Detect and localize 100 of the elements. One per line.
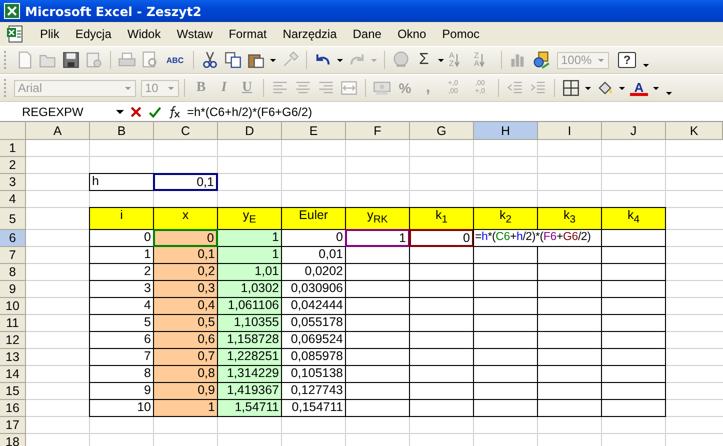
table-cell: k$_{2}$ bbox=[473, 207, 538, 230]
table-cell: k$_{3}$ bbox=[537, 207, 602, 230]
row-header[interactable]: 17 bbox=[0, 417, 26, 434]
row-header[interactable]: 11 bbox=[0, 315, 26, 332]
menu-item[interactable]: Format bbox=[220, 25, 275, 43]
table-cell: 1,10355 bbox=[217, 314, 282, 332]
row-header[interactable]: 10 bbox=[0, 298, 26, 315]
table-cell: 0,8 bbox=[153, 365, 218, 383]
column-header[interactable]: I bbox=[538, 122, 602, 140]
table-cell: 1,0302 bbox=[217, 280, 282, 298]
row-header[interactable]: 6 bbox=[0, 230, 26, 247]
column-header[interactable]: J bbox=[602, 122, 666, 140]
column-header[interactable]: H bbox=[474, 122, 538, 140]
formula-reference: + bbox=[556, 231, 563, 243]
row-header[interactable]: 18 bbox=[0, 434, 26, 446]
row-header[interactable]: 5 bbox=[0, 208, 26, 230]
table-cell: 0,9 bbox=[153, 382, 218, 400]
table-cell: 0 bbox=[153, 229, 218, 247]
row-header[interactable]: 9 bbox=[0, 281, 26, 298]
borders-icon[interactable] bbox=[562, 79, 580, 97]
table-cell: 0,6 bbox=[153, 331, 218, 349]
formula-reference: h bbox=[482, 231, 488, 243]
row-header[interactable]: 3 bbox=[0, 174, 26, 191]
column-header[interactable]: C bbox=[154, 122, 218, 140]
formula-reference: = bbox=[475, 231, 482, 243]
menu-item[interactable]: Plik bbox=[32, 25, 68, 43]
formula-reference: + bbox=[510, 231, 516, 243]
toolbar-options-icon[interactable] bbox=[643, 64, 649, 66]
table-cell: 1,228251 bbox=[217, 348, 282, 366]
column-header[interactable]: E bbox=[282, 122, 346, 140]
help-button[interactable]: ? bbox=[618, 52, 636, 68]
cancel-icon[interactable] bbox=[129, 104, 143, 118]
row-header[interactable]: 2 bbox=[0, 157, 26, 174]
menu-item[interactable]: Edycja bbox=[67, 25, 120, 43]
row-header[interactable]: 14 bbox=[0, 366, 26, 383]
insert-function-icon[interactable] bbox=[167, 104, 181, 118]
row-header[interactable]: 7 bbox=[0, 247, 26, 264]
column-header[interactable]: D bbox=[218, 122, 282, 140]
drawing-shapes-icon[interactable] bbox=[532, 51, 550, 69]
dropdown-arrow-icon[interactable] bbox=[438, 58, 444, 62]
enter-check-icon[interactable] bbox=[148, 104, 162, 118]
down-arrow-icon bbox=[479, 53, 486, 67]
save-icon[interactable] bbox=[62, 51, 80, 69]
row-header[interactable]: 15 bbox=[0, 383, 26, 400]
formula-reference: F6 bbox=[543, 231, 556, 243]
formula-reference: h bbox=[516, 231, 523, 243]
table-cell: 1 bbox=[345, 229, 410, 247]
table-cell: 4 bbox=[89, 297, 154, 315]
column-header[interactable]: G bbox=[410, 122, 474, 140]
paint-bucket-icon[interactable] bbox=[596, 79, 614, 97]
formula-reference: *( bbox=[488, 231, 496, 243]
row-header[interactable]: 8 bbox=[0, 264, 26, 281]
column-header[interactable]: F bbox=[346, 122, 410, 140]
table-cell: 0,4 bbox=[153, 297, 218, 315]
dropdown-arrow-icon[interactable] bbox=[270, 58, 276, 62]
table-cell: 1,158728 bbox=[217, 331, 282, 349]
down-arrow-icon bbox=[454, 53, 460, 67]
row-header[interactable]: 1 bbox=[0, 140, 26, 157]
autosum-button[interactable]: Σ bbox=[415, 51, 433, 69]
menu-item[interactable]: Narzędzia bbox=[274, 25, 345, 43]
font-color-button[interactable]: A bbox=[630, 80, 648, 96]
column-header[interactable]: B bbox=[90, 122, 154, 140]
table-cell: h bbox=[89, 173, 154, 191]
window-title: Microsoft Excel - Zeszyt2 bbox=[25, 4, 202, 18]
workbook-icon[interactable] bbox=[6, 25, 24, 43]
copy-icon[interactable] bbox=[224, 51, 242, 69]
row-header[interactable]: 4 bbox=[0, 191, 26, 208]
table-cell: 0,154711 bbox=[281, 399, 346, 417]
spelling-button[interactable]: ABC bbox=[164, 51, 186, 69]
table-cell: k$_{1}$ bbox=[409, 207, 474, 230]
table-cell: k$_{4}$ bbox=[601, 207, 666, 230]
menu-item[interactable]: Widok bbox=[119, 25, 169, 43]
table-cell: 0,2 bbox=[153, 263, 218, 281]
spreadsheet-app-icon bbox=[4, 3, 20, 19]
row-header[interactable]: 12 bbox=[0, 332, 26, 349]
row-header[interactable]: 16 bbox=[0, 400, 26, 417]
name-box[interactable]: REGEXPW bbox=[0, 103, 124, 120]
table-cell: 1,419367 bbox=[217, 382, 282, 400]
table-cell: x bbox=[153, 207, 218, 230]
menu-item[interactable]: Pomoc bbox=[434, 25, 488, 43]
dropdown-arrow-icon[interactable] bbox=[337, 58, 343, 62]
column-header[interactable]: A bbox=[26, 122, 90, 140]
row-header[interactable]: 13 bbox=[0, 349, 26, 366]
table-cell: 1,54711 bbox=[217, 399, 282, 417]
dropdown-arrow-icon[interactable] bbox=[585, 86, 591, 90]
table-cell: 1 bbox=[217, 246, 282, 264]
formula-reference: /2)*( bbox=[522, 231, 544, 243]
menu-item[interactable]: Wstaw bbox=[168, 25, 221, 43]
dropdown-arrow-icon[interactable] bbox=[619, 86, 625, 90]
menu-item[interactable]: Okno bbox=[389, 25, 434, 43]
column-header[interactable]: K bbox=[666, 122, 723, 140]
table-cell: 0 bbox=[409, 229, 474, 247]
table-cell: Euler bbox=[281, 207, 346, 230]
toolbar-options-icon[interactable] bbox=[666, 92, 672, 94]
formula-input[interactable]: =h*(C6+h/2)*(F6+G6/2) bbox=[187, 104, 312, 118]
cut-icon[interactable] bbox=[201, 51, 219, 69]
menu-item[interactable]: Dane bbox=[344, 25, 390, 43]
table-cell: 1,061106 bbox=[217, 297, 282, 315]
dropdown-arrow-icon[interactable] bbox=[653, 86, 659, 90]
table-cell: 10 bbox=[89, 399, 154, 417]
